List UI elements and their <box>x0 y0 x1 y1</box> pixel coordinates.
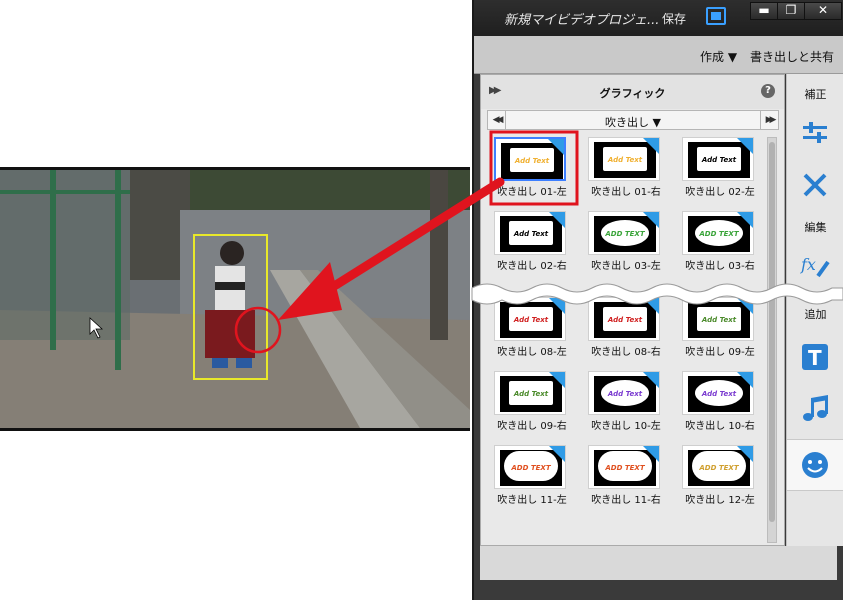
edit-label: 編集 <box>804 221 827 234</box>
category-dropdown[interactable]: 吹き出し ▼ <box>488 114 778 130</box>
category-bar: ◀◀ 吹き出し ▼ ▶▶ <box>487 110 779 130</box>
grid-scrollbar[interactable] <box>767 137 777 543</box>
bottom-strip <box>480 546 837 580</box>
tile-label: 吹き出し 11-右 <box>591 495 661 506</box>
tile-thumbnail: Add Text <box>494 211 566 255</box>
tile-thumbnail: ADD TEXT <box>682 211 754 255</box>
tile-preview-text: ADD TEXT <box>511 464 551 472</box>
sticker-icon[interactable] <box>800 450 830 480</box>
correct-label: 補正 <box>804 88 827 101</box>
close-button[interactable]: ✕ <box>804 2 842 20</box>
tile-preview-text: Add Text <box>513 230 549 238</box>
tile-label: 吹き出し 10-右 <box>685 421 755 432</box>
tools-icon[interactable] <box>800 170 830 200</box>
graphic-tile[interactable]: Add Text 吹き出し 10-左 <box>579 369 673 439</box>
graphic-tile[interactable]: ADD TEXT 吹き出し 12-左 <box>673 443 763 513</box>
tile-thumbnail: Add Text <box>588 371 660 415</box>
graphic-tile[interactable]: Add Text 吹き出し 01-左 <box>485 135 579 205</box>
export-share-button[interactable]: 書き出しと共有 <box>750 48 834 65</box>
svg-text:fx: fx <box>800 255 816 274</box>
minimize-button[interactable]: ▬ <box>750 2 778 20</box>
bottom-bar <box>474 546 843 600</box>
tile-preview-text: Add Text <box>701 156 737 164</box>
create-menu[interactable]: 作成 ▼ <box>700 48 737 65</box>
panel-header: ▶▶ グラフィック ? <box>481 75 784 109</box>
top-toolbar: 作成 ▼ 書き出しと共有 <box>474 36 843 74</box>
graphic-tile[interactable]: ADD TEXT 吹き出し 11-右 <box>579 443 673 513</box>
tile-thumbnail: Add Text <box>588 137 660 181</box>
tile-label: 吹き出し 02-左 <box>685 187 755 198</box>
screenshot-root: 新規マイビデオプロジェ... 保存 ▬ ❐ ✕ 作成 ▼ 書き出しと共有 ▶▶ … <box>0 0 843 600</box>
tile-label: 吹き出し 01-左 <box>497 187 567 198</box>
tile-preview-text: ADD TEXT <box>605 464 645 472</box>
graphic-tile[interactable]: Add Text 吹き出し 01-右 <box>579 135 673 205</box>
tile-thumbnail: Add Text <box>682 371 754 415</box>
tile-preview-text: Add Text <box>607 390 643 398</box>
tile-preview-text: Add Text <box>607 156 643 164</box>
tile-thumbnail: ADD TEXT <box>588 445 660 489</box>
graphic-tile[interactable]: Add Text 吹き出し 09-右 <box>485 369 579 439</box>
tile-thumbnail: ADD TEXT <box>588 211 660 255</box>
tile-thumbnail: Add Text <box>494 371 566 415</box>
tile-label: 吹き出し 08-右 <box>591 347 661 358</box>
tile-preview-text: ADD TEXT <box>699 230 739 238</box>
save-button[interactable]: 保存 <box>662 10 686 27</box>
maximize-button[interactable]: ❐ <box>777 2 805 20</box>
scrollbar-thumb[interactable] <box>769 142 775 522</box>
title-icon[interactable]: T <box>800 342 830 372</box>
tile-label: 吹き出し 10-左 <box>591 421 661 432</box>
tile-thumbnail: ADD TEXT <box>682 445 754 489</box>
help-icon[interactable]: ? <box>761 84 775 98</box>
tile-label: 吹き出し 02-右 <box>497 261 567 272</box>
torn-edge-divider <box>471 283 843 305</box>
tile-label: 吹き出し 11-左 <box>497 495 567 506</box>
tile-label: 吹き出し 09-左 <box>685 347 755 358</box>
title-bar: 新規マイビデオプロジェ... 保存 ▬ ❐ ✕ <box>474 0 843 36</box>
tile-preview-text: Add Text <box>513 390 549 398</box>
graphic-tile[interactable]: Add Text 吹き出し 02-右 <box>485 209 579 279</box>
tile-label: 吹き出し 01-右 <box>591 187 661 198</box>
tile-preview-text: Add Text <box>701 390 737 398</box>
tile-thumbnail: Add Text <box>494 137 566 181</box>
next-category-icon[interactable]: ▶▶ <box>760 111 778 129</box>
tile-thumbnail: ADD TEXT <box>494 445 566 489</box>
project-title: 新規マイビデオプロジェ... <box>504 13 660 28</box>
tile-label: 吹き出し 03-右 <box>685 261 755 272</box>
tile-label: 吹き出し 12-左 <box>685 495 755 506</box>
svg-text:T: T <box>808 346 822 370</box>
graphic-tile[interactable]: ADD TEXT 吹き出し 03-右 <box>673 209 763 279</box>
tile-label: 吹き出し 09-右 <box>497 421 567 432</box>
fullscreen-icon[interactable] <box>706 7 726 25</box>
adjust-sliders-icon[interactable] <box>800 118 830 148</box>
graphics-grid: Add Text 吹き出し 01-左 Add Text 吹き出し 01-右 Add Te… <box>485 135 763 543</box>
tile-preview-text: Add Text <box>514 157 550 165</box>
tile-label: 吹き出し 08-左 <box>497 347 567 358</box>
graphic-tile[interactable]: ADD TEXT 吹き出し 03-左 <box>579 209 673 279</box>
sticker-tab[interactable] <box>787 439 843 491</box>
graphic-tile[interactable]: ADD TEXT 吹き出し 11-左 <box>485 443 579 513</box>
tile-preview-text: ADD TEXT <box>605 230 645 238</box>
panel-title: グラフィック <box>599 87 666 100</box>
graphic-tile[interactable]: Add Text 吹き出し 02-左 <box>673 135 763 205</box>
graphic-tile[interactable]: Add Text 吹き出し 10-右 <box>673 369 763 439</box>
tile-thumbnail: Add Text <box>682 137 754 181</box>
tile-preview-text: ADD TEXT <box>699 464 739 472</box>
fx-icon[interactable]: fx <box>800 250 830 280</box>
music-icon[interactable] <box>800 394 830 424</box>
tile-label: 吹き出し 03-左 <box>591 261 661 272</box>
